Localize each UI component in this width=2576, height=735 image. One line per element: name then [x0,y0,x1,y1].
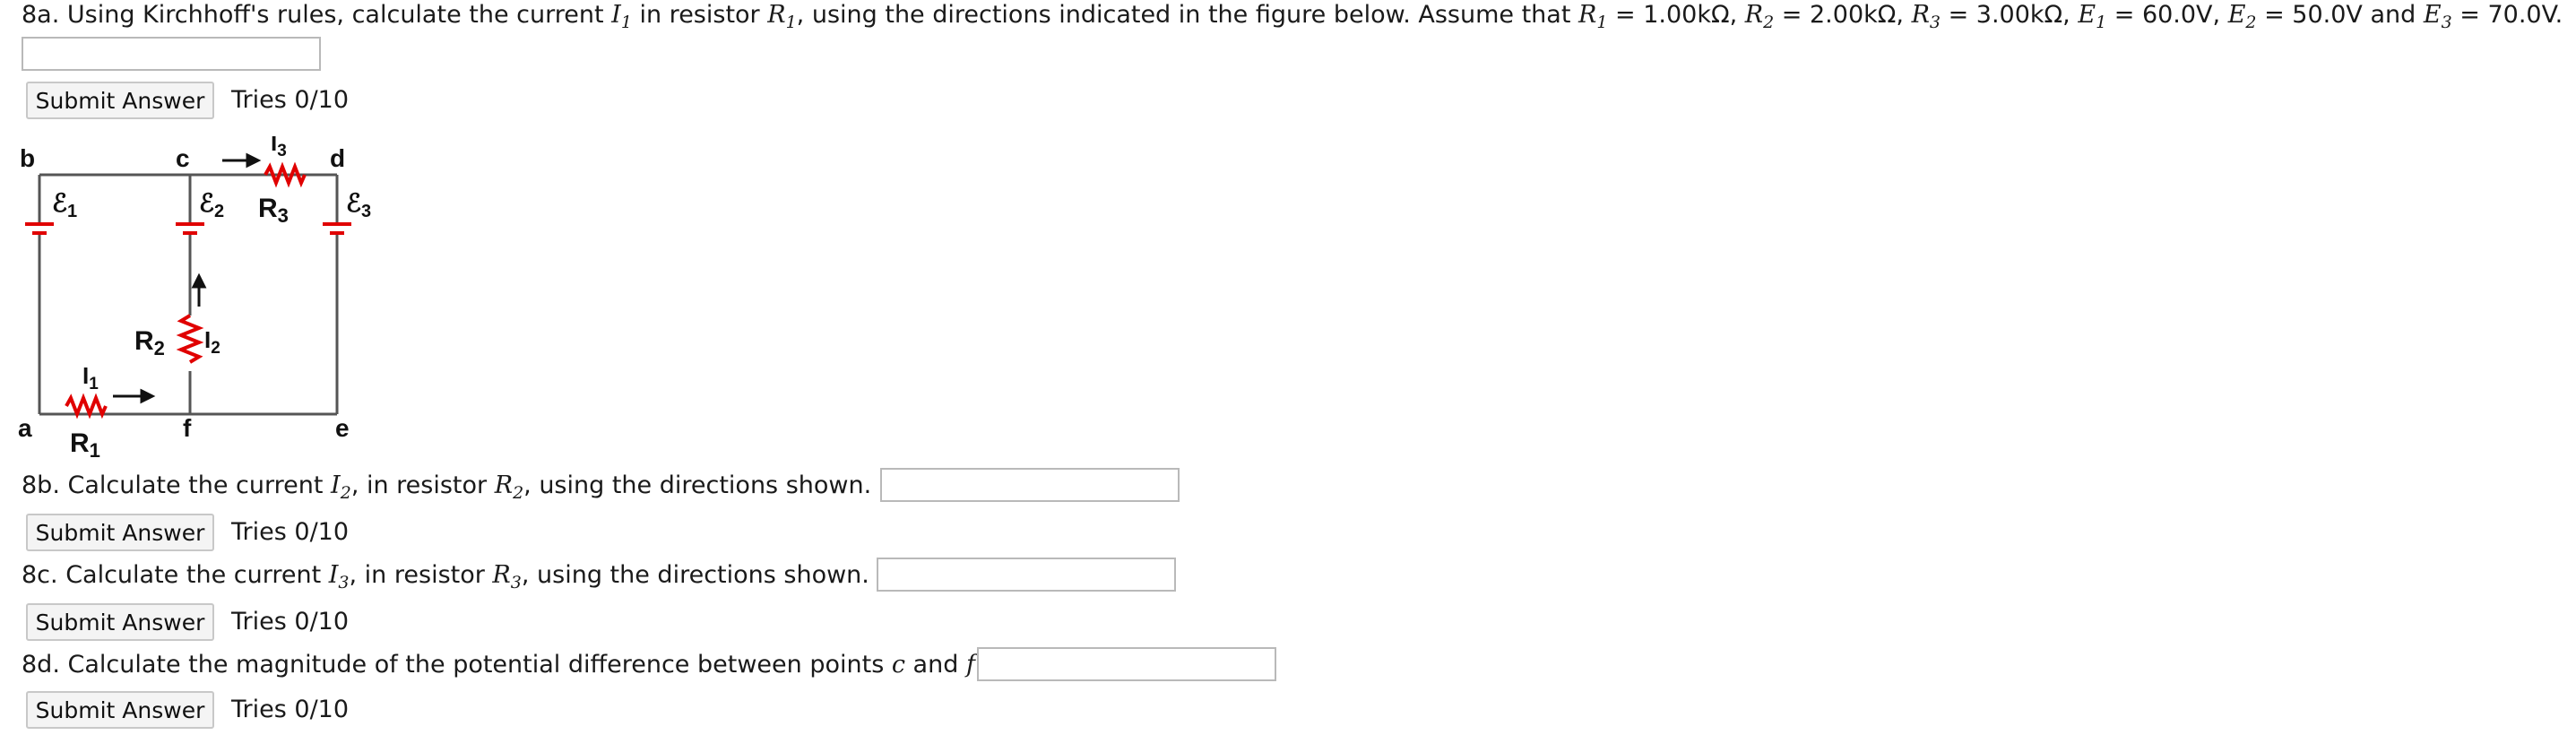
answer-8a-input[interactable] [22,37,321,71]
battery-symbols [25,222,351,235]
i2-label: I2 [204,326,220,358]
node-a-label: a [18,414,32,442]
submit-8d-button[interactable]: Submit Answer [26,691,214,729]
r3-label: R3 [258,194,289,227]
resistor-r2-symbol [176,314,204,364]
node-c-label: c [176,144,190,172]
tries-8b: Tries 0/10 [231,518,350,546]
r2-label: R2 [134,326,165,359]
node-f-label: f [183,414,192,442]
circuit-diagram: b c d a f e ℰ1 ℰ2 ℰ3 R3 R2 R1 I3 I2 I1 [18,136,371,462]
resistor-r1-symbol [65,393,108,419]
answer-8d-input[interactable] [977,647,1276,681]
tries-8d: Tries 0/10 [231,696,350,723]
submit-8b-button[interactable]: Submit Answer [26,514,214,551]
emf3-label: ℰ3 [346,189,371,221]
node-d-label: d [330,144,345,172]
resistor-r3-symbol [264,161,307,188]
question-8c-text: 8c. Calculate the current I3, in resisto… [22,561,869,592]
tries-8a: Tries 0/10 [231,86,350,114]
answer-8b-input[interactable] [880,468,1180,502]
question-8b-text: 8b. Calculate the current I2, in resisto… [22,471,872,503]
node-b-label: b [20,144,35,172]
submit-8c-button[interactable]: Submit Answer [26,603,214,641]
i1-label: I1 [82,362,99,393]
tries-8c: Tries 0/10 [231,608,350,636]
answer-8c-input[interactable] [877,558,1176,592]
current-arrows [113,152,262,404]
emf2-label: ℰ2 [199,189,224,221]
i3-label: I3 [271,136,287,160]
submit-8a-button[interactable]: Submit Answer [26,82,214,119]
node-e-label: e [335,414,350,442]
question-8a-text: 8a. Using Kirchhoff's rules, calculate t… [22,1,2563,32]
question-8d-text: 8d. Calculate the magnitude of the poten… [22,651,983,679]
r1-label: R1 [70,428,100,462]
emf1-label: ℰ1 [52,189,77,221]
